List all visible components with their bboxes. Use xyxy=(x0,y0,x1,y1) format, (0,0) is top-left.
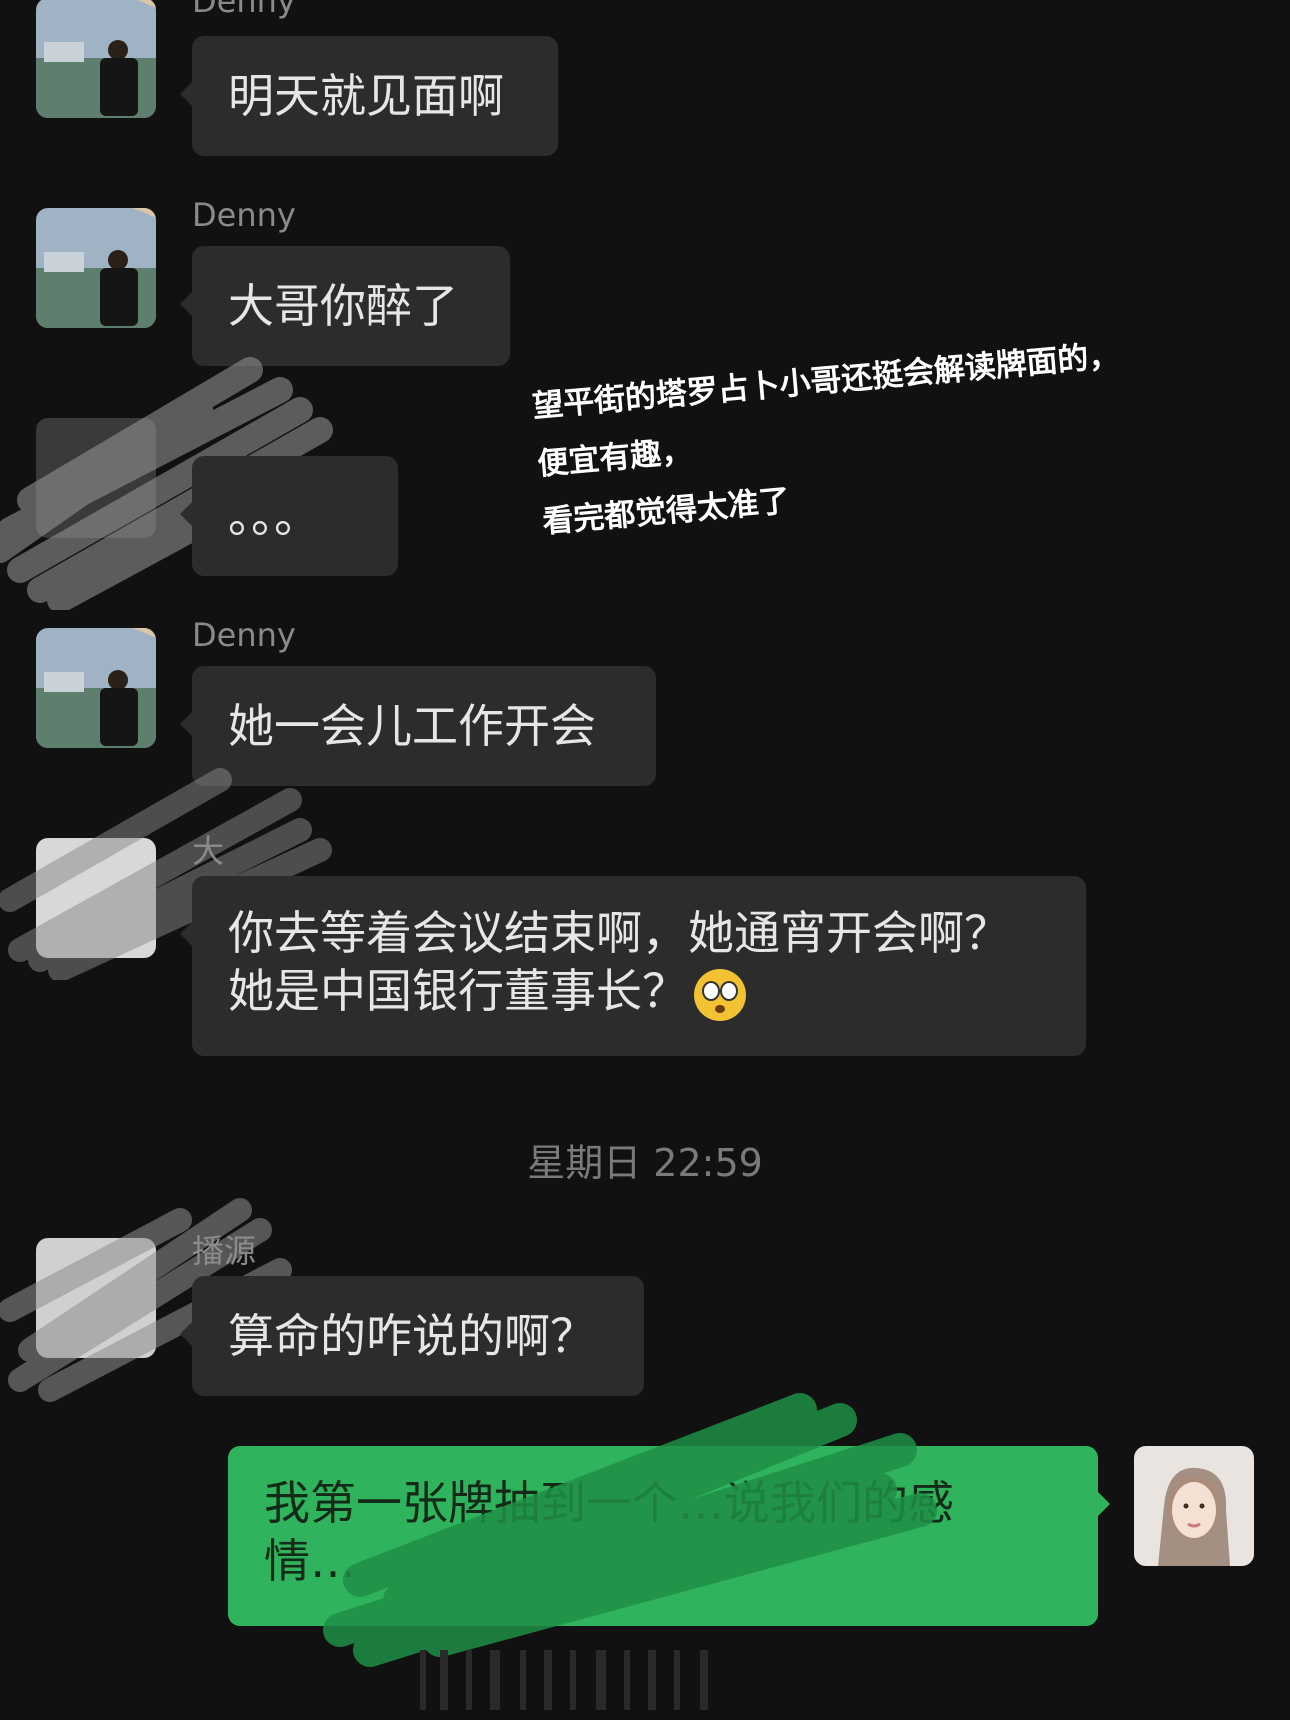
message-bubble[interactable]: 。。。 xyxy=(180,456,398,576)
sender-name: 大 xyxy=(192,832,225,870)
message-line-with-emoji: 她是中国银行董事长？ xyxy=(228,962,1050,1021)
sender-name: 播源 xyxy=(192,1232,257,1270)
message-line: 你去等着会议结束啊，她通宵开会啊？ xyxy=(228,906,1010,960)
avatar-denny[interactable] xyxy=(36,208,156,328)
avatar-redacted[interactable] xyxy=(36,418,156,538)
avatar-denny[interactable] xyxy=(36,0,156,118)
sender-name: Denny xyxy=(192,196,296,234)
message-line: 情… xyxy=(264,1534,356,1588)
avatar-me[interactable] xyxy=(1134,1446,1254,1566)
message-bubble[interactable]: 大哥你醉了 xyxy=(180,246,510,366)
message-bubble-multiline[interactable]: 你去等着会议结束啊，她通宵开会啊？ 她是中国银行董事长？ xyxy=(180,876,1086,1056)
avatar-denny[interactable] xyxy=(36,628,156,748)
message-bubble[interactable]: 她一会儿工作开会 xyxy=(180,666,656,786)
bottom-edge-artifact xyxy=(420,1650,708,1710)
my-message-bubble[interactable]: 我第一张牌抽到一个…说我们的感 情… xyxy=(228,1446,1110,1626)
avatar-redacted[interactable] xyxy=(36,838,156,958)
message-bubble[interactable]: 算命的咋说的啊？ xyxy=(180,1276,644,1396)
sender-name: Denny xyxy=(192,616,296,654)
message-line: 我第一张牌抽到一个…说我们的感 xyxy=(264,1476,954,1530)
flushed-face-icon xyxy=(694,968,746,1021)
overlay-caption: 望平街的塔罗占卜小哥还挺会解读牌面的， 便宜有趣， 看完都觉得太准了 xyxy=(530,322,1183,551)
sender-name: Denny xyxy=(192,0,296,20)
avatar-redacted[interactable] xyxy=(36,1238,156,1358)
message-bubble[interactable]: 明天就见面啊 xyxy=(180,36,558,156)
chat-timestamp: 星期日 22:59 xyxy=(527,1141,763,1185)
message-text: 她是中国银行董事长？ xyxy=(228,964,688,1018)
